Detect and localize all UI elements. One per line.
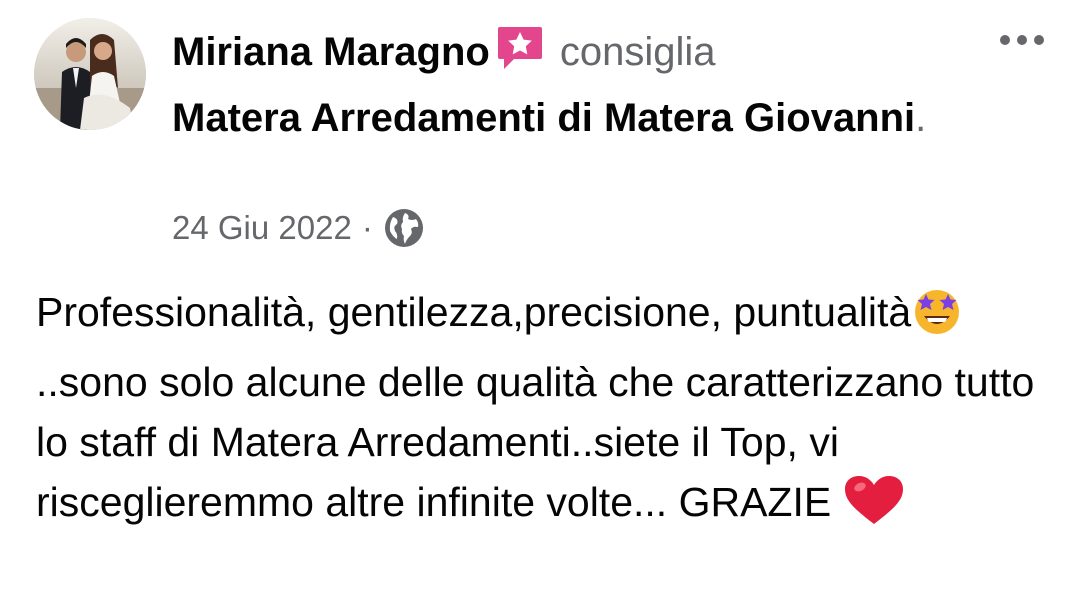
- more-dot: [1017, 35, 1027, 45]
- post-date[interactable]: 24 Giu 2022: [172, 209, 352, 247]
- more-options-button[interactable]: [994, 24, 1050, 56]
- red-heart-emoji: [843, 474, 905, 542]
- post-text-part1: Professionalità, gentilezza,precisione, …: [36, 289, 912, 335]
- post-header: Miriana Maragno consiglia Matera Arredam…: [172, 22, 1032, 148]
- author-avatar[interactable]: [34, 18, 146, 130]
- header-punctuation: .: [915, 96, 927, 140]
- author-name[interactable]: Miriana Maragno: [172, 30, 490, 74]
- more-dot: [1034, 35, 1044, 45]
- post-meta: 24 Giu 2022 ·: [172, 204, 425, 252]
- globe-icon[interactable]: [383, 207, 425, 249]
- meta-separator: ·: [361, 209, 373, 246]
- recommend-verb: consiglia: [559, 30, 716, 74]
- post-body: Professionalità, gentilezza,precisione, …: [36, 282, 1046, 542]
- more-dot: [1000, 35, 1010, 45]
- page-name-link[interactable]: Matera Arredamenti di Matera Giovanni: [172, 96, 915, 140]
- recommend-star-icon: [496, 25, 544, 88]
- star-struck-emoji: [911, 284, 963, 352]
